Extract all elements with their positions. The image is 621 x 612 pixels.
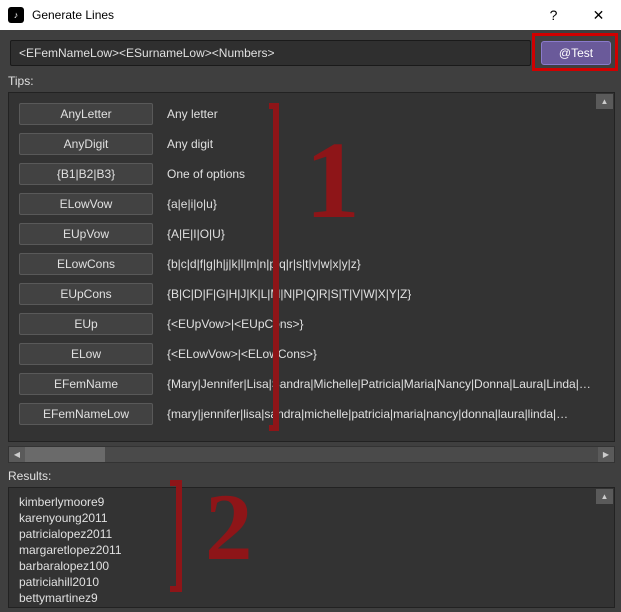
tip-desc: {A|E|I|O|U} bbox=[167, 227, 225, 241]
result-item: margaretlopez2011 bbox=[19, 542, 608, 558]
tip-button-eup[interactable]: EUp bbox=[19, 313, 153, 335]
tip-button-options[interactable]: {B1|B2|B3} bbox=[19, 163, 153, 185]
tip-desc: {<ELowVow>|<ELowCons>} bbox=[167, 347, 317, 361]
tip-row: EUpCons {B|C|D|F|G|H|J|K|L|M|N|P|Q|R|S|T… bbox=[9, 279, 614, 309]
tip-row: EFemNameLow {mary|jennifer|lisa|sandra|m… bbox=[9, 399, 614, 429]
tip-button-eupcons[interactable]: EUpCons bbox=[19, 283, 153, 305]
tips-list: AnyLetter Any letter AnyDigit Any digit … bbox=[9, 93, 614, 441]
tip-row: {B1|B2|B3} One of options bbox=[9, 159, 614, 189]
results-label: Results: bbox=[0, 467, 621, 487]
tip-button-elow[interactable]: ELow bbox=[19, 343, 153, 365]
tip-row: ELowVow {a|e|i|o|u} bbox=[9, 189, 614, 219]
app-icon: ♪ bbox=[8, 7, 24, 23]
tips-scroll-up[interactable]: ▲ bbox=[596, 94, 613, 109]
tip-button-elowvow[interactable]: ELowVow bbox=[19, 193, 153, 215]
result-item: patricialopez2011 bbox=[19, 526, 608, 542]
tip-row: EFemName {Mary|Jennifer|Lisa|Sandra|Mich… bbox=[9, 369, 614, 399]
test-button[interactable]: @Test bbox=[541, 41, 611, 65]
hscroll-thumb[interactable] bbox=[25, 447, 105, 462]
tip-button-elowcons[interactable]: ELowCons bbox=[19, 253, 153, 275]
result-item: barbaralopez100 bbox=[19, 558, 608, 574]
result-item: karenyoung2011 bbox=[19, 510, 608, 526]
tip-desc: {b|c|d|f|g|h|j|k|l|m|n|p|q|r|s|t|v|w|x|y… bbox=[167, 257, 361, 271]
results-list: kimberlymoore9 karenyoung2011 patricialo… bbox=[9, 488, 614, 612]
tip-desc: {a|e|i|o|u} bbox=[167, 197, 217, 211]
window-title: Generate Lines bbox=[32, 8, 531, 22]
titlebar: ♪ Generate Lines ? ✕ bbox=[0, 0, 621, 30]
tip-button-efemname[interactable]: EFemName bbox=[19, 373, 153, 395]
tip-desc: {B|C|D|F|G|H|J|K|L|M|N|P|Q|R|S|T|V|W|X|Y… bbox=[167, 287, 411, 301]
tips-label: Tips: bbox=[0, 72, 621, 92]
tip-row: ELowCons {b|c|d|f|g|h|j|k|l|m|n|p|q|r|s|… bbox=[9, 249, 614, 279]
tip-button-anyletter[interactable]: AnyLetter bbox=[19, 103, 153, 125]
results-panel: ▲ kimberlymoore9 karenyoung2011 patricia… bbox=[8, 487, 615, 608]
help-button[interactable]: ? bbox=[531, 0, 576, 30]
pattern-row: @Test bbox=[0, 30, 621, 72]
results-scroll-up[interactable]: ▲ bbox=[596, 489, 613, 504]
tip-desc: {mary|jennifer|lisa|sandra|michelle|patr… bbox=[167, 407, 568, 421]
result-item: patriciahill2010 bbox=[19, 574, 608, 590]
tips-panel: ▲ AnyLetter Any letter AnyDigit Any digi… bbox=[8, 92, 615, 442]
result-item: kimberlymoore9 bbox=[19, 494, 608, 510]
tip-button-efemnamelow[interactable]: EFemNameLow bbox=[19, 403, 153, 425]
tip-desc: Any letter bbox=[167, 107, 218, 121]
tips-hscroll[interactable]: ◀ ▶ bbox=[8, 446, 615, 463]
tip-desc: One of options bbox=[167, 167, 245, 181]
tip-row: AnyLetter Any letter bbox=[9, 99, 614, 129]
tip-row: EUp {<EUpVow>|<EUpCons>} bbox=[9, 309, 614, 339]
tip-row: EUpVow {A|E|I|O|U} bbox=[9, 219, 614, 249]
tip-desc: {<EUpVow>|<EUpCons>} bbox=[167, 317, 304, 331]
tip-desc: {Mary|Jennifer|Lisa|Sandra|Michelle|Patr… bbox=[167, 377, 591, 391]
close-button[interactable]: ✕ bbox=[576, 0, 621, 30]
hscroll-right[interactable]: ▶ bbox=[598, 447, 614, 462]
hscroll-left[interactable]: ◀ bbox=[9, 447, 25, 462]
tip-button-anydigit[interactable]: AnyDigit bbox=[19, 133, 153, 155]
tip-desc: Any digit bbox=[167, 137, 213, 151]
result-item: bettymartinez9 bbox=[19, 590, 608, 606]
pattern-input[interactable] bbox=[10, 40, 531, 66]
tip-button-eupvow[interactable]: EUpVow bbox=[19, 223, 153, 245]
tip-row: ELow {<ELowVow>|<ELowCons>} bbox=[9, 339, 614, 369]
tip-row: AnyDigit Any digit bbox=[9, 129, 614, 159]
